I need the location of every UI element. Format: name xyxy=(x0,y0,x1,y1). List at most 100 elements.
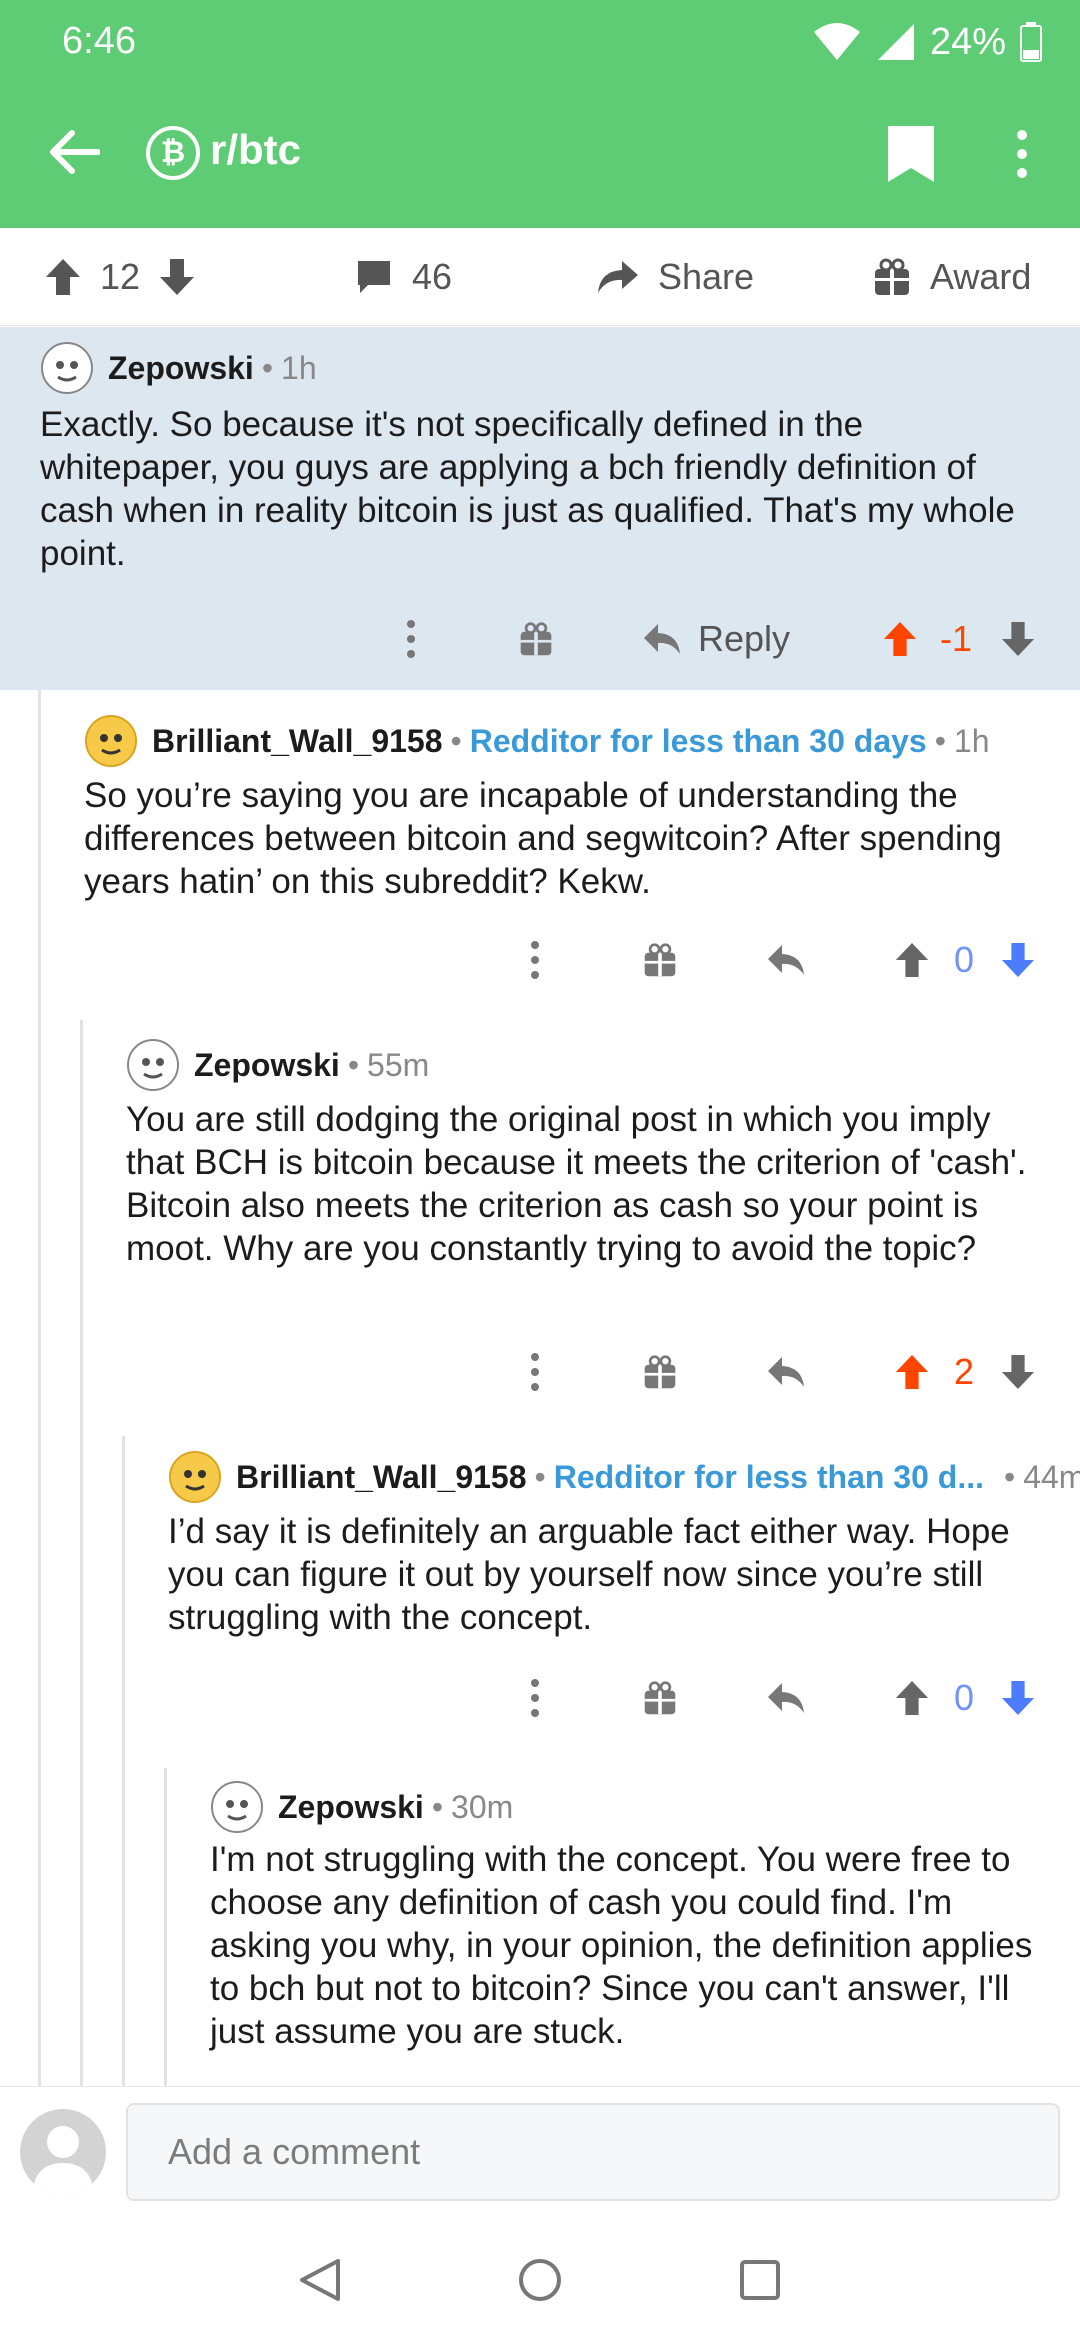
comment-upvote-button[interactable] xyxy=(892,1668,932,1728)
comment-award-button[interactable] xyxy=(640,930,680,990)
avatar[interactable] xyxy=(126,1038,180,1092)
comment-more-button[interactable] xyxy=(396,609,426,669)
more-options-button[interactable] xyxy=(1000,124,1044,184)
subreddit-name[interactable]: r/btc xyxy=(210,126,301,174)
comment-actions: 0 xyxy=(0,930,1080,990)
comment-score: -1 xyxy=(940,618,973,659)
gift-icon xyxy=(644,1355,676,1389)
comment-time: 1h xyxy=(281,349,317,386)
separator-dot: • xyxy=(431,1788,444,1825)
user-silhouette-icon xyxy=(32,2126,94,2195)
reply-button[interactable] xyxy=(766,1342,806,1402)
separator-dot: • xyxy=(347,1046,360,1083)
gift-icon xyxy=(644,1681,676,1715)
comment-body: I'm not struggling with the concept. You… xyxy=(210,1840,1033,2051)
post-score: 12 xyxy=(100,256,141,297)
nav-home-button[interactable] xyxy=(510,2250,570,2310)
comment-more-button[interactable] xyxy=(520,1668,550,1728)
nav-recents-button[interactable] xyxy=(730,2250,790,2310)
subreddit-icon: ₿ xyxy=(146,126,200,180)
downvote-icon[interactable] xyxy=(158,257,196,297)
avatar[interactable] xyxy=(84,714,138,768)
comment-upvote-button[interactable] xyxy=(892,930,932,990)
post-vote-group: 12 xyxy=(44,228,196,326)
status-time: 6:46 xyxy=(62,20,136,62)
avatar[interactable] xyxy=(168,1450,222,1504)
avatar[interactable] xyxy=(210,1780,264,1834)
reply-button[interactable] xyxy=(766,1668,806,1728)
comment-author[interactable]: Zepowski xyxy=(194,1047,340,1084)
comment-header: Brilliant_Wall_9158 • Redditor for less … xyxy=(84,714,990,768)
comment-composer: Add a comment xyxy=(0,2086,1080,2220)
upvote-icon xyxy=(895,1680,929,1716)
post-action-row: 12 46 Share Award xyxy=(0,228,1080,326)
award-button[interactable]: Award xyxy=(872,228,1031,326)
gift-icon xyxy=(520,622,552,656)
comment-upvote-button[interactable] xyxy=(880,609,920,669)
separator-dot: • xyxy=(934,722,946,759)
status-icons: 24% xyxy=(812,18,1042,66)
bookmark-button[interactable] xyxy=(884,124,938,184)
comment-award-button[interactable] xyxy=(640,1668,680,1728)
upvote-icon[interactable] xyxy=(44,257,82,297)
comment-downvote-button[interactable] xyxy=(998,609,1038,669)
comment-upvote-button[interactable] xyxy=(892,1342,932,1402)
battery-icon xyxy=(1020,22,1042,62)
app-header: 6:46 24% ₿ r/btc xyxy=(0,0,1080,228)
back-arrow-icon xyxy=(50,130,100,174)
user-flair: Redditor for less than 30 d... xyxy=(553,1458,984,1495)
comment-more-button[interactable] xyxy=(520,930,550,990)
comment-actions: 0 xyxy=(0,1668,1080,1728)
comment-author[interactable]: Zepowski xyxy=(278,1789,424,1826)
comment-downvote-button[interactable] xyxy=(998,1668,1038,1728)
comment-award-button[interactable] xyxy=(640,1342,680,1402)
reply-button[interactable] xyxy=(766,930,806,990)
more-vertical-icon xyxy=(531,941,539,979)
award-label: Award xyxy=(930,256,1032,297)
downvote-icon xyxy=(1001,1680,1035,1716)
comment-downvote-button[interactable] xyxy=(998,930,1038,990)
gift-icon xyxy=(875,258,909,295)
back-button[interactable] xyxy=(42,120,106,184)
reply-button[interactable]: Reply xyxy=(642,609,802,669)
comments-count: 46 xyxy=(412,256,453,297)
comment-more-button[interactable] xyxy=(520,1342,550,1402)
avatar[interactable] xyxy=(20,2109,106,2195)
downvote-icon xyxy=(1001,942,1035,978)
nav-back-button[interactable] xyxy=(290,2250,350,2310)
more-dot-icon xyxy=(1017,168,1027,178)
comment-actions: Reply -1 xyxy=(0,609,1080,669)
share-button[interactable]: Share xyxy=(596,228,754,326)
comment-time: 55m xyxy=(367,1046,430,1083)
comment-author[interactable]: Zepowski xyxy=(108,350,254,387)
comment-author[interactable]: Brilliant_Wall_9158 xyxy=(152,723,443,760)
circle-home-icon xyxy=(519,2259,561,2301)
user-flair: Redditor for less than 30 days xyxy=(469,722,927,759)
comment-header: Zepowski • 1h xyxy=(40,341,317,395)
separator-dot: • xyxy=(261,349,274,386)
comment-body: So you’re saying you are incapable of un… xyxy=(84,776,1002,901)
comment-author[interactable]: Brilliant_Wall_9158 xyxy=(236,1459,527,1496)
gift-icon xyxy=(644,943,676,977)
comment-input[interactable]: Add a comment xyxy=(126,2103,1060,2201)
comment-body: I’d say it is definitely an arguable fac… xyxy=(168,1512,1010,1637)
share-icon xyxy=(598,261,638,293)
comment: Brilliant_Wall_9158 • Redditor for less … xyxy=(0,1436,1080,1768)
more-vertical-icon xyxy=(407,620,415,658)
comment-score: 0 xyxy=(954,1677,975,1718)
comment-body: Exactly. So because it's not specificall… xyxy=(40,405,1015,573)
separator-dot: • xyxy=(450,722,462,759)
comment: Zepowski • 55m You are still dodging the… xyxy=(0,1020,1080,1436)
square-recents-icon xyxy=(740,2260,780,2300)
comment-score: 0 xyxy=(954,939,975,980)
comment-award-button[interactable] xyxy=(516,609,556,669)
reply-icon xyxy=(644,624,680,654)
reply-icon xyxy=(768,1357,804,1387)
more-dot-icon xyxy=(1017,149,1027,159)
comment-downvote-button[interactable] xyxy=(998,1342,1038,1402)
avatar[interactable] xyxy=(40,341,94,395)
upvote-icon xyxy=(895,942,929,978)
comments-button[interactable]: 46 xyxy=(354,228,452,326)
comment-header: Zepowski • 30m xyxy=(210,1780,513,1834)
system-nav-bar xyxy=(0,2220,1080,2340)
